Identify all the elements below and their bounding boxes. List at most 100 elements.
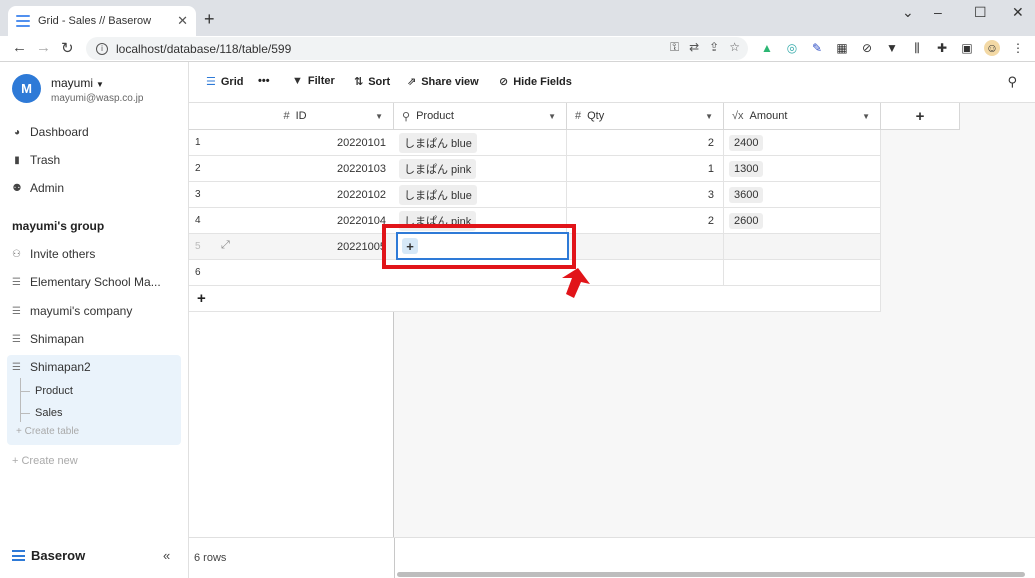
block-icon[interactable]: ⊘ xyxy=(859,40,875,56)
product-cell[interactable]: しまぱん blue xyxy=(394,130,567,156)
chevron-down-icon[interactable]: ▼ xyxy=(375,112,383,121)
reload-button[interactable]: ↻ xyxy=(61,39,74,57)
row-number: 3 xyxy=(195,189,201,200)
minimize-button[interactable]: – xyxy=(934,4,942,20)
create-table-link[interactable]: + Create table xyxy=(16,426,79,437)
sidebar-database-item[interactable]: ☰ Shimapan xyxy=(12,332,177,346)
link-chip[interactable]: しまぱん pink xyxy=(399,159,477,179)
amount-cell[interactable]: 3600 xyxy=(724,182,881,208)
share-icon[interactable]: ⇪ xyxy=(709,40,719,55)
expand-row-icon[interactable]: ⤢ xyxy=(221,239,230,252)
table-row[interactable]: 3 20220102 xyxy=(189,182,394,208)
browser-tab[interactable]: Grid - Sales // Baserow ✕ xyxy=(8,6,196,36)
sort-button[interactable]: ⇅ Sort xyxy=(354,75,390,89)
product-cell[interactable]: しまぱん blue xyxy=(394,182,567,208)
sidebar-database-item[interactable]: ☰ Elementary School Ma... xyxy=(12,275,177,289)
profile-avatar-icon[interactable]: ☺ xyxy=(984,40,1000,56)
extension-circle-icon[interactable]: ◎ xyxy=(784,40,800,56)
sidebar-item-invite-others[interactable]: ⚇ Invite others xyxy=(12,247,177,261)
add-row-area[interactable] xyxy=(394,286,881,312)
extension-pen-icon[interactable]: ✎ xyxy=(809,40,825,56)
qty-cell[interactable]: 2 xyxy=(567,208,724,234)
table-row[interactable]: 1 20220101 xyxy=(189,130,394,156)
equalizer-icon[interactable]: ⫼ xyxy=(909,40,925,56)
column-header-qty[interactable]: # Qty ▼ xyxy=(567,103,724,130)
translate-icon[interactable]: ⇄ xyxy=(689,40,699,55)
table-row[interactable]: しまぱん pink 1 1300 xyxy=(394,156,881,182)
amount-cell[interactable]: 2400 xyxy=(724,130,881,156)
amount-cell[interactable] xyxy=(724,260,881,286)
product-cell[interactable]: しまぱん pink xyxy=(394,156,567,182)
column-header-id[interactable]: # ID ▼ xyxy=(189,103,394,130)
maximize-button[interactable]: ☐ xyxy=(974,4,987,21)
add-field-button[interactable]: + xyxy=(881,103,960,130)
collapse-sidebar-button[interactable]: « xyxy=(163,548,170,563)
baserow-logo[interactable]: Baserow xyxy=(12,548,85,563)
address-bar[interactable]: i localhost/database/118/table/599 ⚿ ⇄ ⇪… xyxy=(86,37,748,60)
view-more-button[interactable]: ••• xyxy=(258,75,270,87)
password-key-icon[interactable]: ⚿ xyxy=(670,40,679,55)
sidebar-database-item-active[interactable]: ☰ Shimapan2 xyxy=(12,360,177,374)
horizontal-scrollbar[interactable] xyxy=(397,572,1025,577)
hide-fields-button[interactable]: ⊘ Hide Fields xyxy=(499,75,572,89)
table-row[interactable]: しまぱん blue 2 2400 xyxy=(394,130,881,156)
sidebar-item-label: Invite others xyxy=(30,247,96,261)
id-cell[interactable]: 20220104 xyxy=(337,215,386,227)
close-window-button[interactable]: ✕ xyxy=(1012,4,1024,21)
tree-line xyxy=(20,378,30,422)
id-cell[interactable]: 20220101 xyxy=(337,137,386,149)
row-count: 6 rows xyxy=(194,552,227,564)
chevron-down-icon[interactable]: ▼ xyxy=(705,112,713,121)
sidebar-item-trash[interactable]: ▮ Trash xyxy=(12,153,60,167)
amount-value: 1300 xyxy=(729,161,764,177)
browser-menu-icon[interactable]: ⋮ xyxy=(1010,40,1026,56)
table-row[interactable]: しまぱん blue 3 3600 xyxy=(394,182,881,208)
amount-cell[interactable]: 2600 xyxy=(724,208,881,234)
bookmark-star-icon[interactable]: ☆ xyxy=(729,40,740,55)
user-menu[interactable]: M mayumi ▼ mayumi@wasp.co.jp xyxy=(12,74,143,104)
amount-cell[interactable]: 1300 xyxy=(724,156,881,182)
sidebar-item-admin[interactable]: ⚉ Admin xyxy=(12,181,65,195)
filter-button[interactable]: ▼ Filter xyxy=(292,75,335,87)
database-label: mayumi's company xyxy=(30,304,133,318)
view-selector-button[interactable]: ☰ Grid xyxy=(206,75,244,89)
side-panel-icon[interactable]: ▣ xyxy=(959,40,975,56)
chevron-down-icon[interactable]: ▼ xyxy=(862,112,870,121)
search-icon[interactable]: ⚲ xyxy=(1007,74,1017,90)
sidebar-table-sales[interactable]: Sales xyxy=(35,407,63,419)
table-row[interactable]: 6 xyxy=(189,260,394,286)
id-cell[interactable]: 20220103 xyxy=(337,163,386,175)
tab-search-chevron-icon[interactable]: ⌄ xyxy=(902,4,914,21)
filter-extension-icon[interactable]: ▼ xyxy=(884,40,900,56)
vue-devtools-icon[interactable]: ▲ xyxy=(759,40,775,56)
new-tab-button[interactable]: + xyxy=(204,10,215,28)
share-view-button[interactable]: ⇗ Share view xyxy=(407,75,479,89)
tab-close-icon[interactable]: ✕ xyxy=(177,13,188,29)
create-new-link[interactable]: + Create new xyxy=(12,455,78,467)
sidebar-table-product[interactable]: Product xyxy=(35,385,73,397)
group-title[interactable]: mayumi's group xyxy=(12,219,104,233)
sidebar-database-item[interactable]: ☰ mayumi's company xyxy=(12,304,177,318)
link-chip[interactable]: しまぱん blue xyxy=(399,133,477,153)
qty-cell[interactable]: 1 xyxy=(567,156,724,182)
chevron-down-icon[interactable]: ▼ xyxy=(548,112,556,121)
site-info-icon[interactable]: i xyxy=(96,42,108,55)
qty-cell[interactable]: 2 xyxy=(567,130,724,156)
column-header-amount[interactable]: √x Amount ▼ xyxy=(724,103,881,130)
amount-cell[interactable] xyxy=(724,234,881,260)
column-header-product[interactable]: ⚲ Product ▼ xyxy=(394,103,567,130)
qty-cell[interactable]: 3 xyxy=(567,182,724,208)
extensions-puzzle-icon[interactable]: ✚ xyxy=(934,40,950,56)
table-row-hovered[interactable]: 5 ⤢ 20221005 xyxy=(189,234,394,260)
qr-code-icon[interactable]: ▦ xyxy=(834,40,850,56)
table-row[interactable]: 2 20220103 xyxy=(189,156,394,182)
table-row[interactable]: 4 20220104 xyxy=(189,208,394,234)
forward-button[interactable]: → xyxy=(36,39,51,56)
back-button[interactable]: ← xyxy=(12,39,27,56)
add-row-button[interactable]: + xyxy=(189,286,394,312)
database-icon: ☰ xyxy=(12,333,21,345)
sidebar-item-dashboard[interactable]: ◕ Dashboard xyxy=(12,125,89,139)
id-cell[interactable]: 20220102 xyxy=(337,189,386,201)
id-cell[interactable]: 20221005 xyxy=(337,241,386,253)
link-chip[interactable]: しまぱん blue xyxy=(399,185,477,205)
